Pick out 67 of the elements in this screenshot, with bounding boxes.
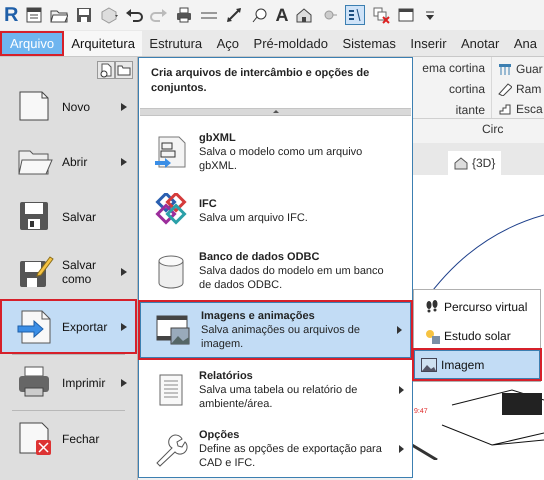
item-title: Banco de dados ODBC xyxy=(199,250,320,264)
undo-icon[interactable] xyxy=(125,6,144,24)
menu-item[interactable]: Imagens e animações Salva animações ou arquivos de imagem. xyxy=(140,302,411,358)
ribbon-button[interactable]: Esca xyxy=(498,101,544,116)
properties-icon[interactable] xyxy=(25,6,44,24)
text-tool[interactable]: A xyxy=(275,6,288,24)
item-description: Salva um arquivo IFC. xyxy=(199,211,309,226)
item-description: Salva dados do modelo em um banco de dados ODBC. xyxy=(199,264,385,292)
item-description: Define as opções de exportação para CAD e IFC. xyxy=(199,442,383,470)
menu-item[interactable]: Abrir xyxy=(0,134,137,189)
cube-icon[interactable] xyxy=(100,6,118,24)
ribbon-tab[interactable]: Aço xyxy=(210,31,246,56)
stair-icon xyxy=(498,102,512,116)
menu-item[interactable]: Fechar xyxy=(0,411,137,466)
item-title: gbXML xyxy=(199,130,237,145)
ribbon-tab[interactable]: Ana xyxy=(506,31,544,56)
menu-item[interactable]: gbXML Salva o modelo como um arquivo gbXML. xyxy=(139,124,412,180)
submenu-item[interactable]: Estudo solar xyxy=(414,321,540,350)
open-documents-icon[interactable] xyxy=(115,61,133,79)
menu-item[interactable]: Exportar xyxy=(0,299,137,354)
submenu-item[interactable]: Imagem xyxy=(414,350,540,379)
menu-item[interactable]: Salvar xyxy=(0,189,137,244)
ribbon-panel-label: Circ xyxy=(481,121,504,138)
submenu-item[interactable]: Percurso virtual xyxy=(414,292,540,321)
railing-icon xyxy=(498,62,512,76)
menu-item[interactable]: IFC Salva um arquivo IFC. xyxy=(139,183,412,239)
up-arrow-icon xyxy=(272,110,278,114)
ribbon-button[interactable]: Guar xyxy=(498,61,544,76)
ribbon-label[interactable]: cortina xyxy=(446,82,485,97)
item-description: Salva o modelo como um arquivo gbXML. xyxy=(199,144,364,173)
ribbon-tab[interactable]: Arquitetura xyxy=(64,31,142,56)
printer-icon[interactable] xyxy=(175,6,194,24)
ribbon-tab[interactable]: Inserir xyxy=(403,31,454,56)
thin-lines-icon[interactable] xyxy=(345,5,366,25)
menu-item[interactable]: Salvar como xyxy=(0,244,137,299)
house-icon[interactable] xyxy=(295,6,314,24)
item-description: Salva uma tabela ou relatório de ambiente/área. xyxy=(199,382,358,411)
menu-item[interactable]: Banco de dados ODBC Salva dados do modelo em um banco de dados ODBC. xyxy=(139,242,412,298)
close-windows-icon[interactable] xyxy=(372,6,390,24)
menu-item[interactable]: Relatórios Salva uma tabela ou relatório de ambiente/área. xyxy=(139,362,412,418)
house-icon xyxy=(454,156,468,170)
recent-documents-icon[interactable] xyxy=(97,61,115,79)
ribbon-tab[interactable]: Anotar xyxy=(454,31,506,56)
item-title: Imagens e animações xyxy=(201,309,316,324)
menu-item[interactable]: Novo xyxy=(0,79,137,134)
ribbon-label[interactable]: itante xyxy=(454,103,485,118)
view-tab[interactable]: {3D} xyxy=(448,151,502,175)
logo[interactable]: R xyxy=(4,5,18,25)
ribbon-button[interactable]: Ram xyxy=(498,81,544,96)
menu-item[interactable]: Opções Define as opções de exportação para CAD e IFC. xyxy=(139,421,412,478)
save-icon[interactable] xyxy=(75,6,94,24)
ribbon-tab[interactable]: Sistemas xyxy=(335,31,403,56)
panel-description: Cria arquivos de intercâmbio e opções de conjuntos. xyxy=(150,66,370,96)
dimension-icon[interactable] xyxy=(225,6,244,24)
menu-item[interactable]: Imprimir xyxy=(0,355,137,410)
ramp-icon xyxy=(498,82,512,96)
item-title: Relatórios xyxy=(199,368,254,383)
ribbon-tab[interactable]: Pré-moldado xyxy=(246,31,335,56)
sun-building-icon xyxy=(424,328,440,344)
item-title: IFC xyxy=(199,197,218,212)
footprints-icon xyxy=(424,298,440,314)
windows-icon[interactable] xyxy=(397,6,416,24)
item-description: Salva animações ou arquivos de imagem. xyxy=(201,323,361,352)
ribbon-tab[interactable]: Estrutura xyxy=(142,31,210,56)
ribbon-label[interactable]: ema cortina xyxy=(420,61,485,76)
item-title: Opções xyxy=(199,428,240,442)
landscape-image-icon xyxy=(421,356,437,372)
